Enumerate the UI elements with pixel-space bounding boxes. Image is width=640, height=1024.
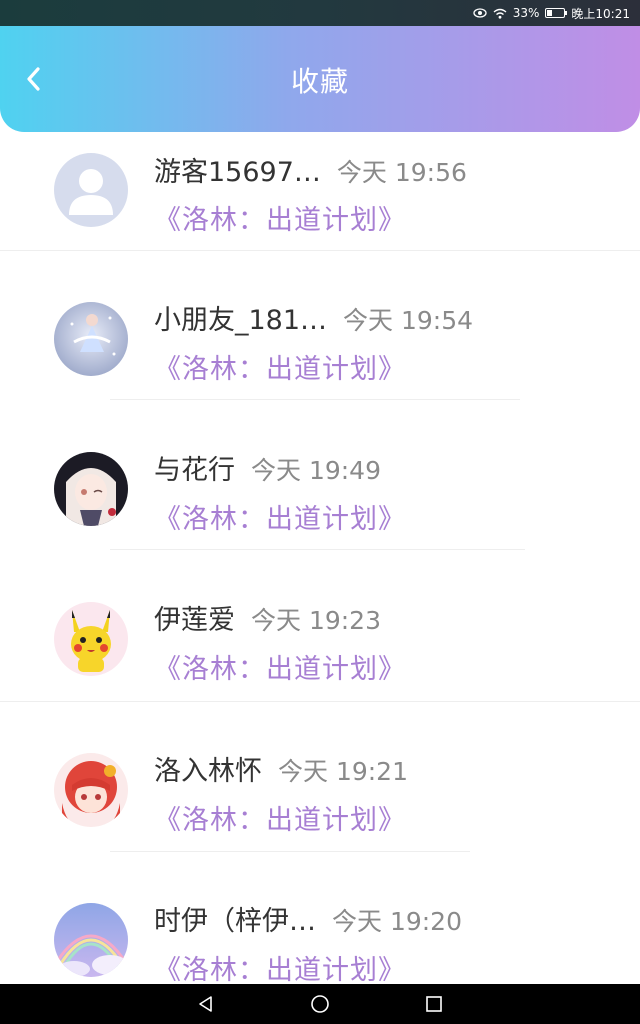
divider [0,250,640,251]
username: 游客15697… 今天 19:56 [154,150,467,189]
timestamp: 今天 19:49 [251,456,381,485]
username: 与花行 今天 19:49 [154,448,381,487]
dancer-avatar[interactable] [54,302,128,376]
triangle-back-icon [199,996,212,1012]
anime-girl-avatar[interactable] [54,452,128,526]
back-button[interactable] [16,62,50,96]
timestamp: 今天 19:20 [332,907,462,936]
username: 小朋友_181… 今天 19:54 [154,298,473,337]
username-text: 与花行 [154,455,235,486]
eye-icon [473,8,487,18]
timestamp: 今天 19:56 [336,158,467,187]
divider [0,701,640,702]
username: 洛入林怀 今天 19:21 [154,749,408,788]
circle-home-icon [311,995,329,1013]
timestamp: 今天 19:21 [278,757,408,786]
timestamp: 今天 19:54 [343,306,474,335]
username-text: 游客15697… [154,157,321,188]
divider [110,399,520,400]
wifi-icon [493,8,507,19]
clock: 晚上10:21 [571,6,630,21]
book-title[interactable]: 《洛林：出道计划》 [154,798,406,837]
list-item[interactable]: 伊莲爱 今天 19:23 《洛林：出道计划》 [0,564,640,714]
book-title[interactable]: 《洛林：出道计划》 [154,948,406,984]
divider [110,851,470,852]
rainbow-avatar[interactable] [54,903,128,977]
list-item[interactable]: 游客15697… 今天 19:56 《洛林：出道计划》 [0,132,640,264]
book-title[interactable]: 《洛林：出道计划》 [154,198,406,237]
home-nav-button[interactable] [308,992,332,1016]
header: 收藏 [0,26,640,132]
username-text: 洛入林怀 [154,756,262,787]
username-text: 时伊（梓伊… [154,906,316,937]
book-title[interactable]: 《洛林：出道计划》 [154,647,406,686]
square-recents-icon [426,996,442,1012]
recents-nav-button[interactable] [422,992,446,1016]
chevron-left-icon [27,67,40,91]
battery-icon [545,8,568,18]
username-text: 伊莲爱 [154,605,235,636]
divider [110,549,525,550]
default-avatar[interactable] [54,153,128,227]
red-hair-avatar[interactable] [54,753,128,827]
back-nav-button[interactable] [194,992,218,1016]
book-title[interactable]: 《洛林：出道计划》 [154,347,406,386]
username-text: 小朋友_181… [154,305,328,336]
username: 伊莲爱 今天 19:23 [154,598,381,637]
pikachu-avatar[interactable] [54,602,128,676]
list-item[interactable]: 洛入林怀 今天 19:21 《洛林：出道计划》 [0,715,640,865]
battery-percent: 33% [512,6,540,20]
list-item[interactable]: 时伊（梓伊… 今天 19:20 《洛林：出道计划》 [0,865,640,984]
list-item[interactable]: 与花行 今天 19:49 《洛林：出道计划》 [0,414,640,564]
favorites-list: 游客15697… 今天 19:56 《洛林：出道计划》 小朋友_181… 今天 19… [0,132,640,984]
book-title[interactable]: 《洛林：出道计划》 [154,497,406,536]
status-bar: 33% 晚上10:21 [0,0,640,26]
navigation-bar [0,984,640,1024]
username: 时伊（梓伊… 今天 19:20 [154,899,462,938]
list-item[interactable]: 小朋友_181… 今天 19:54 《洛林：出道计划》 [0,264,640,414]
timestamp: 今天 19:23 [251,606,381,635]
page-title: 收藏 [290,65,349,98]
